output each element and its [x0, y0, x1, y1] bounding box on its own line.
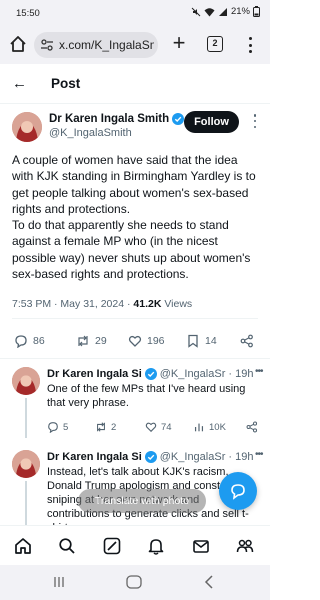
- reply-author-name[interactable]: Dr Karen Ingala Si: [47, 451, 142, 463]
- tab-switcher-button[interactable]: 2: [207, 36, 223, 52]
- heart-icon: [145, 422, 157, 433]
- chat-bubble-icon: [231, 484, 245, 500]
- avatar-image: [12, 367, 40, 395]
- share-button[interactable]: [240, 334, 254, 348]
- views-chart-icon: [194, 423, 204, 432]
- translate-with-photo-pill[interactable]: Translate with photo: [78, 489, 206, 513]
- verified-badge-icon: [144, 368, 157, 380]
- post-actions: 86 29 196 14: [0, 334, 270, 352]
- post-text: A couple of women have said that the ide…: [12, 152, 260, 282]
- back-arrow-icon[interactable]: ←: [12, 75, 27, 92]
- more-options-icon[interactable]: •••: [255, 449, 263, 460]
- status-time: 15:50: [16, 8, 40, 19]
- reply-author-name[interactable]: Dr Karen Ingala Si: [47, 368, 142, 380]
- reply-author-row[interactable]: Dr Karen Ingala Si @K_IngalaSr · 19h: [47, 451, 262, 463]
- avatar[interactable]: [12, 112, 42, 142]
- comment-icon: [48, 422, 58, 433]
- reply-button[interactable]: 5: [47, 421, 68, 433]
- system-navigation-bar: [0, 565, 270, 600]
- avatar[interactable]: [12, 450, 40, 478]
- reply-actions: 5 2 74 10K: [47, 421, 262, 435]
- back-button-icon[interactable]: [204, 575, 214, 589]
- bookmark-count: 14: [205, 335, 217, 347]
- reply-count: 5: [63, 421, 69, 433]
- avatar-image: [12, 112, 42, 142]
- more-options-icon[interactable]: [248, 114, 262, 128]
- url-text[interactable]: x.com/K_IngalaSm: [59, 38, 154, 52]
- verified-badge-icon: [144, 451, 157, 463]
- thread-line: [25, 398, 27, 438]
- reply-handle-time: @K_IngalaSr · 19h: [159, 368, 254, 380]
- verified-badge-icon: [172, 113, 185, 125]
- grok-icon[interactable]: [103, 537, 121, 555]
- home-icon[interactable]: [14, 537, 32, 555]
- browser-toolbar: x.com/K_IngalaSm + 2: [0, 26, 270, 64]
- messages-envelope-icon[interactable]: [192, 537, 210, 555]
- thread-line: [25, 481, 27, 525]
- author-name[interactable]: Dr Karen Ingala Smith: [49, 113, 185, 125]
- wifi-icon: [204, 7, 215, 16]
- post-paragraph: A couple of women have said that the ide…: [12, 153, 256, 216]
- views-count: 10K: [209, 421, 226, 433]
- post-header: ← Post: [0, 64, 270, 104]
- new-tab-button[interactable]: +: [168, 32, 190, 55]
- views-label: Views: [161, 298, 193, 310]
- status-icons: 21%: [191, 6, 260, 17]
- recent-apps-icon[interactable]: [53, 576, 65, 588]
- repost-icon: [97, 422, 105, 432]
- reply-handle-time: @K_IngalaSr · 19h: [159, 451, 254, 463]
- repost-count: 29: [95, 335, 107, 347]
- repost-count: 2: [111, 421, 117, 433]
- bookmark-icon: [188, 334, 198, 348]
- search-icon[interactable]: [58, 537, 76, 555]
- mute-icon: [191, 7, 201, 16]
- like-button[interactable]: 196: [128, 334, 165, 348]
- browser-menu-icon[interactable]: [244, 35, 256, 55]
- avatar-image: [12, 450, 40, 478]
- share-icon: [240, 334, 253, 348]
- share-icon: [246, 421, 258, 433]
- post-timestamp[interactable]: 7:53 PM · May 31, 2024 ·: [12, 298, 133, 310]
- like-button[interactable]: 74: [145, 421, 172, 433]
- notifications-bell-icon[interactable]: [147, 537, 165, 555]
- view-count: 41.2K: [133, 298, 162, 310]
- status-bar: 15:50 21%: [0, 0, 270, 26]
- post-paragraph: To do that apparently she needs to stand…: [12, 218, 251, 282]
- repost-button[interactable]: 29: [76, 334, 107, 348]
- battery-level: 21%: [230, 6, 250, 17]
- battery-icon: [253, 6, 260, 17]
- more-options-icon[interactable]: •••: [255, 366, 263, 377]
- repost-icon: [78, 335, 88, 347]
- reply-text: One of the few MPs that I've heard using…: [47, 383, 246, 409]
- address-bar[interactable]: x.com/K_IngalaSm: [34, 32, 158, 58]
- reply-author-row[interactable]: Dr Karen Ingala Si @K_IngalaSr · 19h: [47, 368, 262, 380]
- avatar[interactable]: [12, 367, 40, 395]
- home-button-icon[interactable]: [126, 575, 142, 589]
- repost-button[interactable]: 2: [95, 421, 116, 433]
- heart-icon: [128, 335, 142, 347]
- share-button[interactable]: [246, 421, 258, 433]
- like-count: 74: [161, 421, 172, 433]
- divider: [0, 358, 270, 359]
- signal-icon: [218, 7, 227, 16]
- follow-button[interactable]: Follow: [184, 111, 239, 133]
- page-title: Post: [51, 76, 81, 91]
- compose-button[interactable]: [219, 472, 257, 510]
- bookmark-button[interactable]: 14: [186, 334, 217, 348]
- communities-icon[interactable]: [236, 537, 254, 555]
- reply-count: 86: [33, 335, 45, 347]
- views-button[interactable]: 10K: [193, 421, 226, 433]
- site-settings-icon[interactable]: [39, 37, 55, 53]
- divider: [12, 318, 258, 319]
- author-handle[interactable]: @K_IngalaSmith: [49, 127, 132, 139]
- like-count: 196: [147, 335, 165, 347]
- bottom-nav: [0, 525, 270, 565]
- home-icon[interactable]: [8, 34, 28, 54]
- comment-icon: [15, 335, 27, 348]
- reply-button[interactable]: 86: [14, 334, 45, 348]
- post-meta: 7:53 PM · May 31, 2024 · 41.2K Views: [12, 298, 192, 310]
